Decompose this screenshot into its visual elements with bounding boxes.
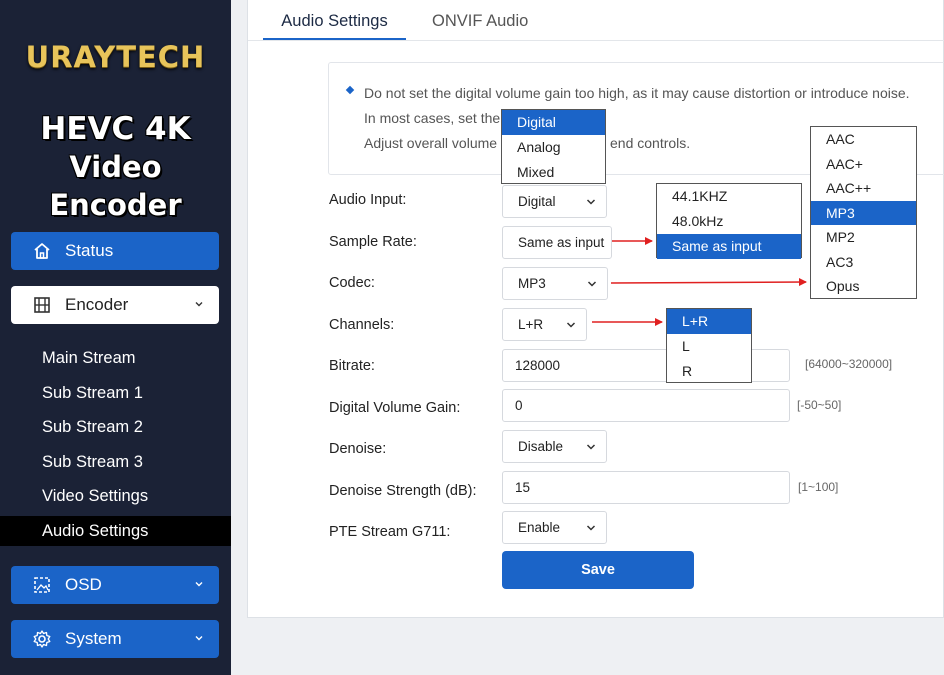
nav-system-label: System [65,629,122,648]
save-button[interactable]: Save [502,551,694,589]
audio-input-label: Audio Input: [329,192,407,208]
volume-gain-input[interactable]: 0 [502,389,790,422]
chevron-down-icon [195,636,203,641]
bitrate-hint: [64000~320000] [805,357,893,371]
dropdown-option[interactable]: AC3 [811,250,916,275]
nav-osd[interactable]: OSD [11,566,219,604]
nav-system[interactable]: System [11,620,219,658]
dropdown-option[interactable]: AAC [811,127,916,152]
notice-line-2: In most cases, set the [364,110,501,126]
sidebar-item-sub-stream-3[interactable]: Sub Stream 3 [0,447,231,477]
dropdown-option[interactable]: AAC+ [811,152,916,177]
sidebar-item-main-stream[interactable]: Main Stream [0,343,231,373]
dropdown-option[interactable]: Opus [811,274,916,299]
codec-select[interactable]: MP3 [502,267,608,300]
nav-encoder-label: Encoder [65,295,129,314]
sample-rate-value: Same as input [518,235,605,250]
dropdown-option[interactable]: Digital [502,110,605,135]
channels-dropdown: L+R L R [666,308,752,383]
codec-value: MP3 [518,276,546,291]
notice-line-3b: end controls. [610,135,691,151]
dropdown-option[interactable]: R [667,359,751,384]
chevron-down-icon [586,199,596,205]
channels-label: Channels: [329,317,395,333]
volume-gain-label: Digital Volume Gain: [329,400,461,416]
dropdown-option[interactable]: AAC++ [811,176,916,201]
sidebar-item-audio-settings[interactable]: Audio Settings [0,516,231,546]
dropdown-option[interactable]: 44.1KHZ [657,184,801,209]
chevron-down-icon [586,444,596,450]
pte-stream-label: PTE Stream G711: [329,524,451,540]
home-icon [31,240,53,262]
sample-rate-label: Sample Rate: [329,234,417,250]
bullet-icon [345,85,355,95]
tab-audio-settings[interactable]: Audio Settings [263,0,406,40]
dropdown-option[interactable]: L [667,334,751,359]
nav-status-label: Status [65,241,114,260]
dropdown-option[interactable]: L+R [667,309,751,334]
audio-input-select[interactable]: Digital [502,185,607,218]
dropdown-option[interactable]: MP3 [811,200,916,225]
notice-line-1: Do not set the digital volume gain too h… [364,85,910,101]
nav-osd-label: OSD [65,575,102,594]
tab-onvif-audio[interactable]: ONVIF Audio [432,0,528,40]
sample-rate-dropdown: 44.1KHZ 48.0kHz Same as input [656,183,802,259]
channels-select[interactable]: L+R [502,308,587,341]
nav-status[interactable]: Status [11,232,219,270]
film-icon [31,294,53,316]
product-title-line1: HEVC 4K [40,111,191,147]
tab-bar: Audio Settings ONVIF Audio [248,0,944,41]
dropdown-option[interactable]: Same as input [657,234,801,259]
dropdown-option[interactable]: Mixed [502,160,605,185]
chevron-down-icon [587,281,597,287]
chevron-down-icon [195,582,203,587]
image-icon [31,574,53,596]
gear-icon [31,628,53,650]
denoise-label: Denoise: [329,441,387,457]
audio-input-dropdown: Digital Analog Mixed [501,109,606,184]
chevron-down-icon [195,302,203,307]
notice-line-3a: Adjust overall volume [364,135,498,151]
product-title-line2: Video Encoder [49,150,182,222]
bitrate-label: Bitrate: [329,358,375,374]
dropdown-option[interactable]: Analog [502,135,605,160]
volume-gain-hint: [-50~50] [797,398,842,412]
sample-rate-select[interactable]: Same as input [502,226,612,259]
sidebar: URAYTECH HEVC 4K Video Encoder Status En… [0,0,231,675]
sidebar-item-sub-stream-1[interactable]: Sub Stream 1 [0,378,231,408]
denoise-strength-label: Denoise Strength (dB): [329,483,477,499]
pte-stream-value: Enable [518,520,561,535]
channels-value: L+R [518,317,544,332]
nav-encoder[interactable]: Encoder [11,286,219,324]
audio-input-value: Digital [518,194,556,209]
denoise-value: Disable [518,439,564,454]
sidebar-item-video-settings[interactable]: Video Settings [0,481,231,511]
chevron-down-icon [566,322,576,328]
sidebar-item-sub-stream-2[interactable]: Sub Stream 2 [0,412,231,442]
denoise-select[interactable]: Disable [502,430,607,463]
dropdown-option[interactable]: 48.0kHz [657,209,801,234]
pte-stream-select[interactable]: Enable [502,511,607,544]
chevron-down-icon [586,525,596,531]
main-panel: Audio Settings ONVIF Audio Do not set th… [247,0,944,618]
denoise-strength-input[interactable]: 15 [502,471,790,504]
brand-logo: URAYTECH [25,40,206,74]
dropdown-option[interactable]: MP2 [811,225,916,250]
product-title: HEVC 4K Video Encoder [0,110,231,224]
codec-label: Codec: [329,275,375,291]
denoise-strength-hint: [1~100] [798,480,839,494]
codec-dropdown: AAC AAC+ AAC++ MP3 MP2 AC3 Opus [810,126,917,299]
